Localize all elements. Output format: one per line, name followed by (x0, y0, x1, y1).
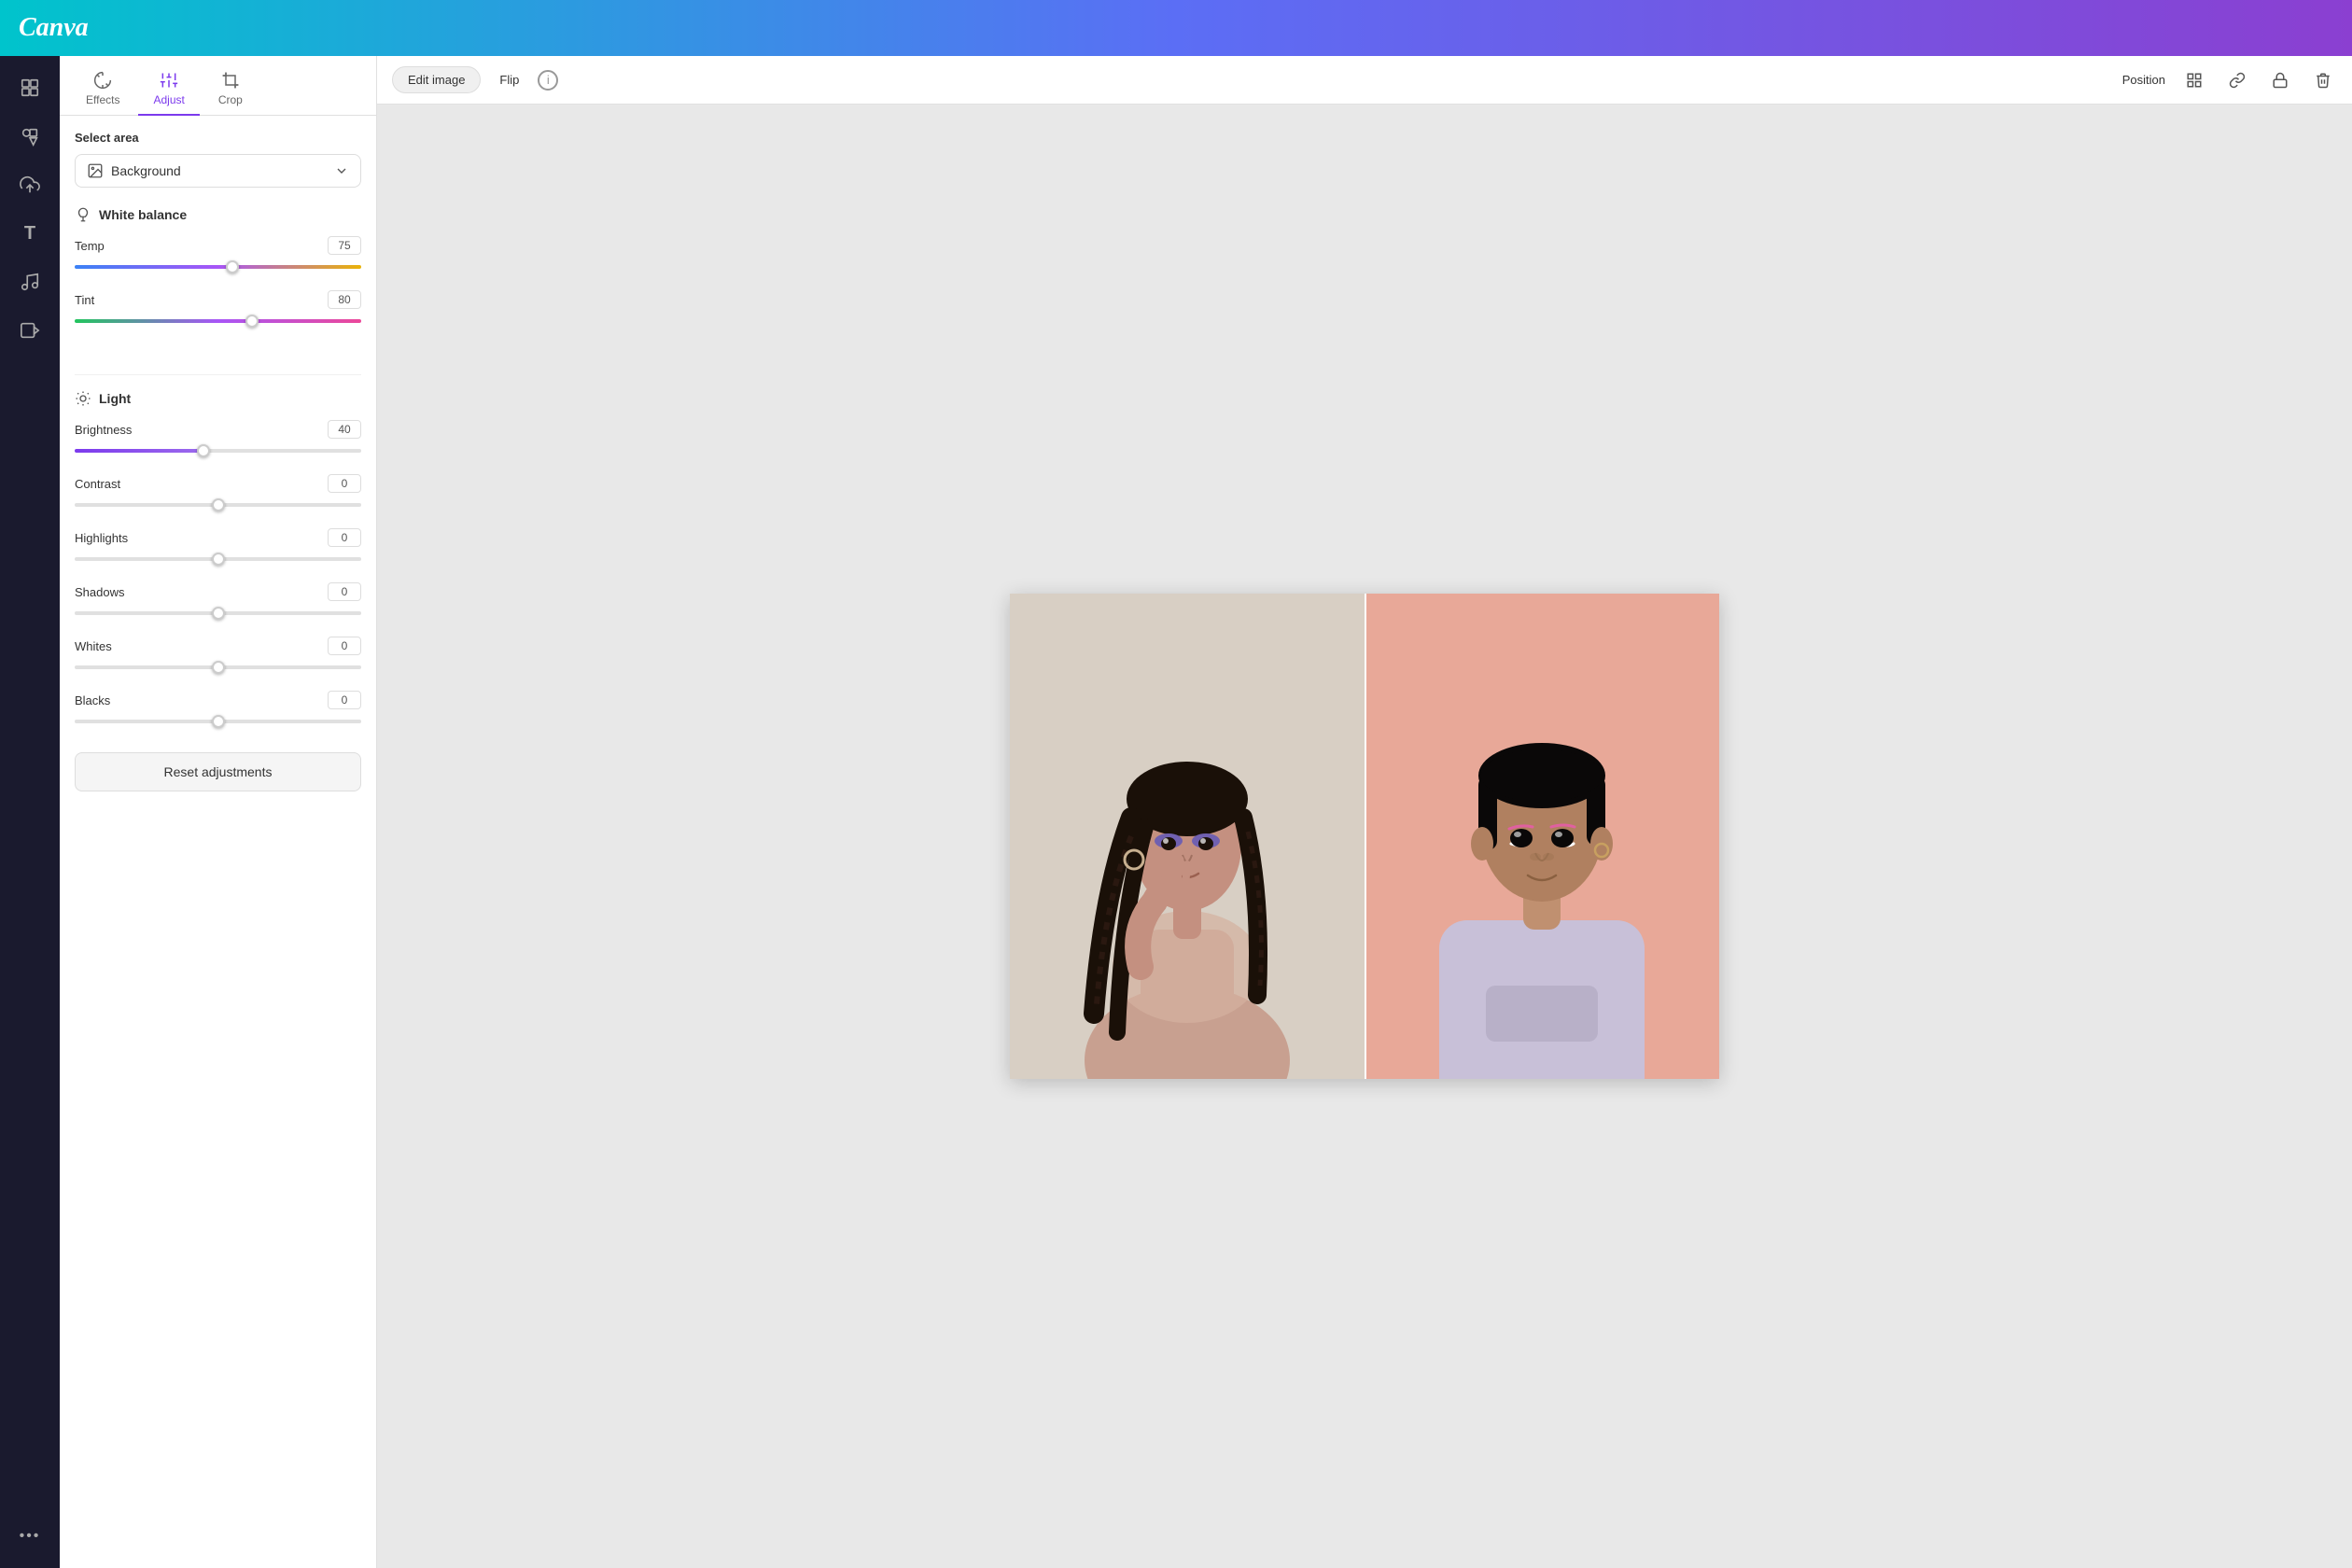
brightness-value[interactable]: 40 (328, 420, 361, 439)
top-bar: Canva (0, 0, 2352, 56)
select-area-label: Select area (75, 131, 361, 145)
info-button[interactable]: i (538, 70, 558, 91)
brightness-slider[interactable] (75, 444, 361, 457)
highlights-value[interactable]: 0 (328, 528, 361, 547)
sidebar-item-layout[interactable] (9, 67, 50, 108)
highlights-slider-row: Highlights 0 (75, 528, 361, 566)
link-icon-button[interactable] (2223, 66, 2251, 94)
shadows-value[interactable]: 0 (328, 582, 361, 601)
whites-slider[interactable] (75, 661, 361, 674)
chevron-down-icon (334, 163, 349, 178)
section-divider (75, 374, 361, 375)
contrast-slider-row: Contrast 0 (75, 474, 361, 511)
shadows-slider-row: Shadows 0 (75, 582, 361, 620)
adjust-panel: Effects Adjust (60, 56, 377, 1568)
right-image-svg (1365, 594, 1719, 1079)
canvas-toolbar: Edit image Flip i Position (377, 56, 2352, 105)
blacks-slider-row: Blacks 0 (75, 691, 361, 728)
contrast-value[interactable]: 0 (328, 474, 361, 493)
left-image-svg (1010, 594, 1365, 1079)
tab-adjust[interactable]: Adjust (138, 63, 199, 116)
sidebar-item-video[interactable] (9, 310, 50, 351)
canvas-content[interactable] (377, 105, 2352, 1568)
tab-effects[interactable]: Effects (71, 63, 134, 116)
tint-label: Tint (75, 293, 94, 307)
reset-adjustments-button[interactable]: Reset adjustments (75, 752, 361, 791)
temp-value[interactable]: 75 (328, 236, 361, 255)
lightbulb-icon (75, 206, 91, 223)
trash-icon (2315, 72, 2331, 89)
contrast-slider[interactable] (75, 498, 361, 511)
image-left-half (1010, 594, 1365, 1079)
position-label[interactable]: Position (2122, 73, 2165, 87)
whites-label: Whites (75, 639, 112, 653)
sidebar-item-text[interactable]: T (9, 213, 50, 254)
sidebar-item-upload[interactable] (9, 164, 50, 205)
temp-label: Temp (75, 239, 105, 253)
tint-slider-row: Tint 80 (75, 290, 361, 328)
lock-icon-button[interactable] (2266, 66, 2294, 94)
canva-logo: Canva (19, 13, 89, 43)
canvas-area: Edit image Flip i Position (377, 56, 2352, 1568)
whites-slider-row: Whites 0 (75, 637, 361, 674)
sun-icon (75, 390, 91, 407)
shadows-slider[interactable] (75, 607, 361, 620)
flip-button[interactable]: Flip (492, 67, 526, 92)
shadows-label: Shadows (75, 585, 124, 599)
sidebar-item-elements[interactable] (9, 116, 50, 157)
tab-bar: Effects Adjust (60, 56, 376, 116)
image-dropdown-icon (87, 162, 104, 179)
grid-icon (2186, 72, 2203, 89)
trash-icon-button[interactable] (2309, 66, 2337, 94)
brightness-slider-row: Brightness 40 (75, 420, 361, 457)
highlights-slider[interactable] (75, 553, 361, 566)
light-header: Light (75, 390, 361, 407)
tab-crop[interactable]: Crop (203, 63, 258, 116)
image-canvas (1010, 594, 1719, 1079)
blacks-slider[interactable] (75, 715, 361, 728)
whites-value[interactable]: 0 (328, 637, 361, 655)
link-icon (2229, 72, 2246, 89)
white-balance-header: White balance (75, 206, 361, 223)
grid-icon-button[interactable] (2180, 66, 2208, 94)
tint-value[interactable]: 80 (328, 290, 361, 309)
cursor-area (75, 344, 361, 367)
highlights-label: Highlights (75, 531, 128, 545)
edit-image-button[interactable]: Edit image (392, 66, 481, 93)
image-right-half (1365, 594, 1719, 1079)
contrast-label: Contrast (75, 477, 120, 491)
image-divider-line (1365, 594, 1366, 1079)
lock-icon (2272, 72, 2289, 89)
tint-slider[interactable] (75, 315, 361, 328)
blacks-label: Blacks (75, 693, 110, 707)
brightness-label: Brightness (75, 423, 132, 437)
temp-slider-row: Temp 75 (75, 236, 361, 273)
blacks-value[interactable]: 0 (328, 691, 361, 709)
temp-slider[interactable] (75, 260, 361, 273)
icon-sidebar: T ••• (0, 56, 60, 1568)
panel-content: Select area Background (60, 116, 376, 1568)
sidebar-item-more[interactable]: ••• (9, 1516, 50, 1557)
sidebar-item-music[interactable] (9, 261, 50, 302)
select-area-dropdown[interactable]: Background (75, 154, 361, 188)
main-layout: T ••• Effe (0, 56, 2352, 1568)
